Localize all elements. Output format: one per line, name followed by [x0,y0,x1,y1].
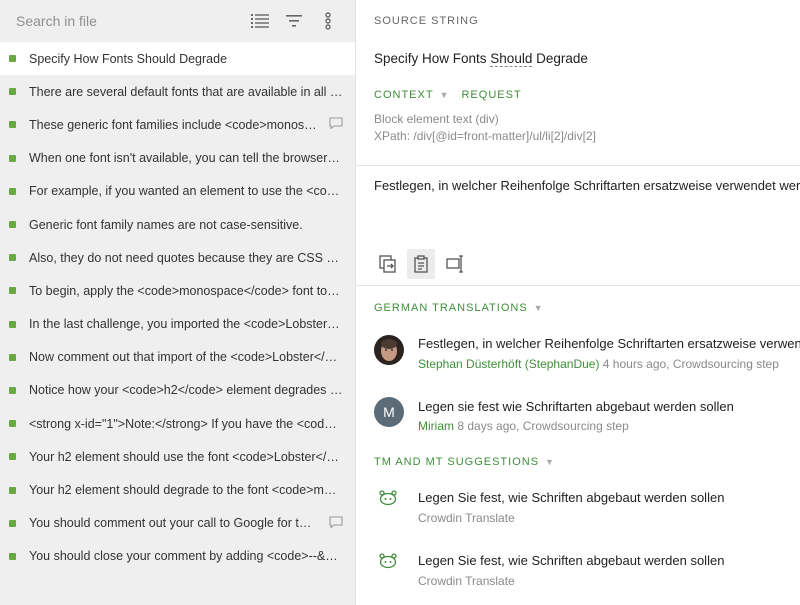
comment-icon[interactable] [329,516,343,531]
suggestion-source: Crowdin Translate [418,511,515,525]
more-vertical-icon[interactable] [317,10,339,32]
divider [357,165,800,166]
filter-icon[interactable] [283,10,305,32]
translation-text[interactable]: Legen sie fest wie Schriftarten abgebaut… [418,399,734,414]
context-line: Block element text (div) [374,112,499,126]
status-dot [9,254,16,262]
avatar [374,335,404,365]
editor-panel: SOURCE STRING Specify How Fonts Should D… [357,0,800,605]
status-dot [9,187,16,195]
search-input[interactable] [16,13,237,29]
german-translations-header[interactable]: GERMAN TRANSLATIONS ▼ [374,302,544,314]
list-item-text: Generic font family names are not case-s… [29,217,303,232]
list-item[interactable]: There are several default fonts that are… [0,75,355,108]
suggestions-label: TM AND MT SUGGESTIONS [374,456,540,468]
translation-meta: Miriam 8 days ago, Crowdsourcing step [418,419,629,433]
list-item[interactable]: Also, they do not need quotes because th… [0,241,355,274]
search-bar [0,0,355,42]
list-item[interactable]: Notice how your <code>h2</code> element … [0,374,355,407]
suggestion-source: Crowdin Translate [418,574,515,588]
list-item-text: <strong x-id="1">Note:</strong> If you h… [29,416,343,431]
list-icon[interactable] [249,10,271,32]
translation-editor[interactable]: Festlegen, in welcher Reihenfolge Schrif… [374,178,800,193]
status-dot [9,55,16,63]
source-string-text: Specify How Fonts Should Degrade [374,51,588,67]
suggestions-header[interactable]: TM AND MT SUGGESTIONS ▼ [374,456,555,468]
list-item-text: Your h2 element should use the font <cod… [29,449,343,464]
status-dot [9,88,16,96]
list-item-text: When one font isn't available, you can t… [29,151,343,166]
avatar: M [374,397,404,427]
list-item[interactable]: These generic font families include <cod… [0,108,355,141]
crowdin-translate-icon [378,490,398,511]
list-item[interactable]: Generic font family names are not case-s… [0,208,355,241]
caret-down-icon[interactable]: ▼ [534,303,544,313]
context-tabs: CONTEXT ▼ REQUEST [374,89,522,101]
status-dot [9,221,16,229]
status-dot [9,386,16,394]
author-link[interactable]: Stephan Düsterhöft (StephanDue) [418,357,599,371]
clipboard-icon[interactable] [407,249,435,279]
source-text-part: Degrade [532,51,588,66]
translation-time: 4 hours ago, Crowdsourcing step [599,357,779,371]
status-dot [9,552,16,560]
list-item-text: These generic font families include <cod… [29,117,317,132]
strings-sidebar: Specify How Fonts Should Degrade There ar… [0,0,356,605]
list-item[interactable]: Your h2 element should degrade to the fo… [0,473,355,506]
status-dot [9,519,16,527]
translation-time: 8 days ago, Crowdsourcing step [454,419,629,433]
list-item-text: Notice how your <code>h2</code> element … [29,383,343,398]
crowdin-translate-icon [378,553,398,574]
status-dot [9,154,16,162]
list-item[interactable]: For example, if you wanted an element to… [0,175,355,208]
list-item[interactable]: When one font isn't available, you can t… [0,142,355,175]
list-item[interactable]: To begin, apply the <code>monospace</cod… [0,274,355,307]
context-xpath: XPath: /div[@id=front-matter]/ul/li[2]/d… [374,129,596,143]
list-item-text: To begin, apply the <code>monospace</cod… [29,283,343,298]
comment-icon[interactable] [329,117,343,132]
suggestion-text[interactable]: Legen Sie fest, wie Schriften abgebaut w… [418,490,724,505]
suggestion-text[interactable]: Legen Sie fest, wie Schriften abgebaut w… [418,553,724,568]
text-cursor-icon[interactable] [442,249,470,279]
translation-text[interactable]: Festlegen, in welcher Reihenfolge Schrif… [418,336,800,351]
list-item-text: Your h2 element should degrade to the fo… [29,483,343,498]
status-dot [9,486,16,494]
caret-down-icon[interactable]: ▼ [440,90,450,100]
author-link[interactable]: Miriam [418,419,454,433]
list-item-text: Now comment out that import of the <code… [29,350,343,365]
source-string-label: SOURCE STRING [374,15,479,27]
caret-down-icon[interactable]: ▼ [545,457,555,467]
list-item[interactable]: In the last challenge, you imported the … [0,308,355,341]
status-dot [9,420,16,428]
status-dot [9,453,16,461]
string-list: Specify How Fonts Should Degrade There ar… [0,42,355,573]
list-item-text: Also, they do not need quotes because th… [29,250,343,265]
status-dot [9,121,16,129]
list-item-text: You should close your comment by adding … [29,549,343,564]
list-item-text: There are several default fonts that are… [29,84,343,99]
list-item-text: Specify How Fonts Should Degrade [29,51,228,66]
list-item-text: For example, if you wanted an element to… [29,184,343,199]
list-item[interactable]: Specify How Fonts Should Degrade [0,42,355,76]
list-item[interactable]: Now comment out that import of the <code… [0,341,355,374]
status-dot [9,320,16,328]
list-item-text: You should comment out your call to Goog… [29,516,317,531]
context-tab[interactable]: CONTEXT [374,89,434,101]
list-item[interactable]: You should close your comment by adding … [0,540,355,573]
list-item-text: In the last challenge, you imported the … [29,317,343,332]
source-text-term[interactable]: Should [490,51,533,67]
copy-source-icon[interactable] [374,249,402,279]
german-translations-label: GERMAN TRANSLATIONS [374,302,528,314]
list-item[interactable]: Your h2 element should use the font <cod… [0,440,355,473]
source-text-part: Specify How Fonts [374,51,491,66]
list-item[interactable]: <strong x-id="1">Note:</strong> If you h… [0,407,355,440]
request-tab[interactable]: REQUEST [461,89,521,101]
status-dot [9,353,16,361]
divider [357,285,800,286]
status-dot [9,287,16,295]
translation-meta: Stephan Düsterhöft (StephanDue) 4 hours … [418,357,779,371]
list-item[interactable]: You should comment out your call to Goog… [0,507,355,540]
